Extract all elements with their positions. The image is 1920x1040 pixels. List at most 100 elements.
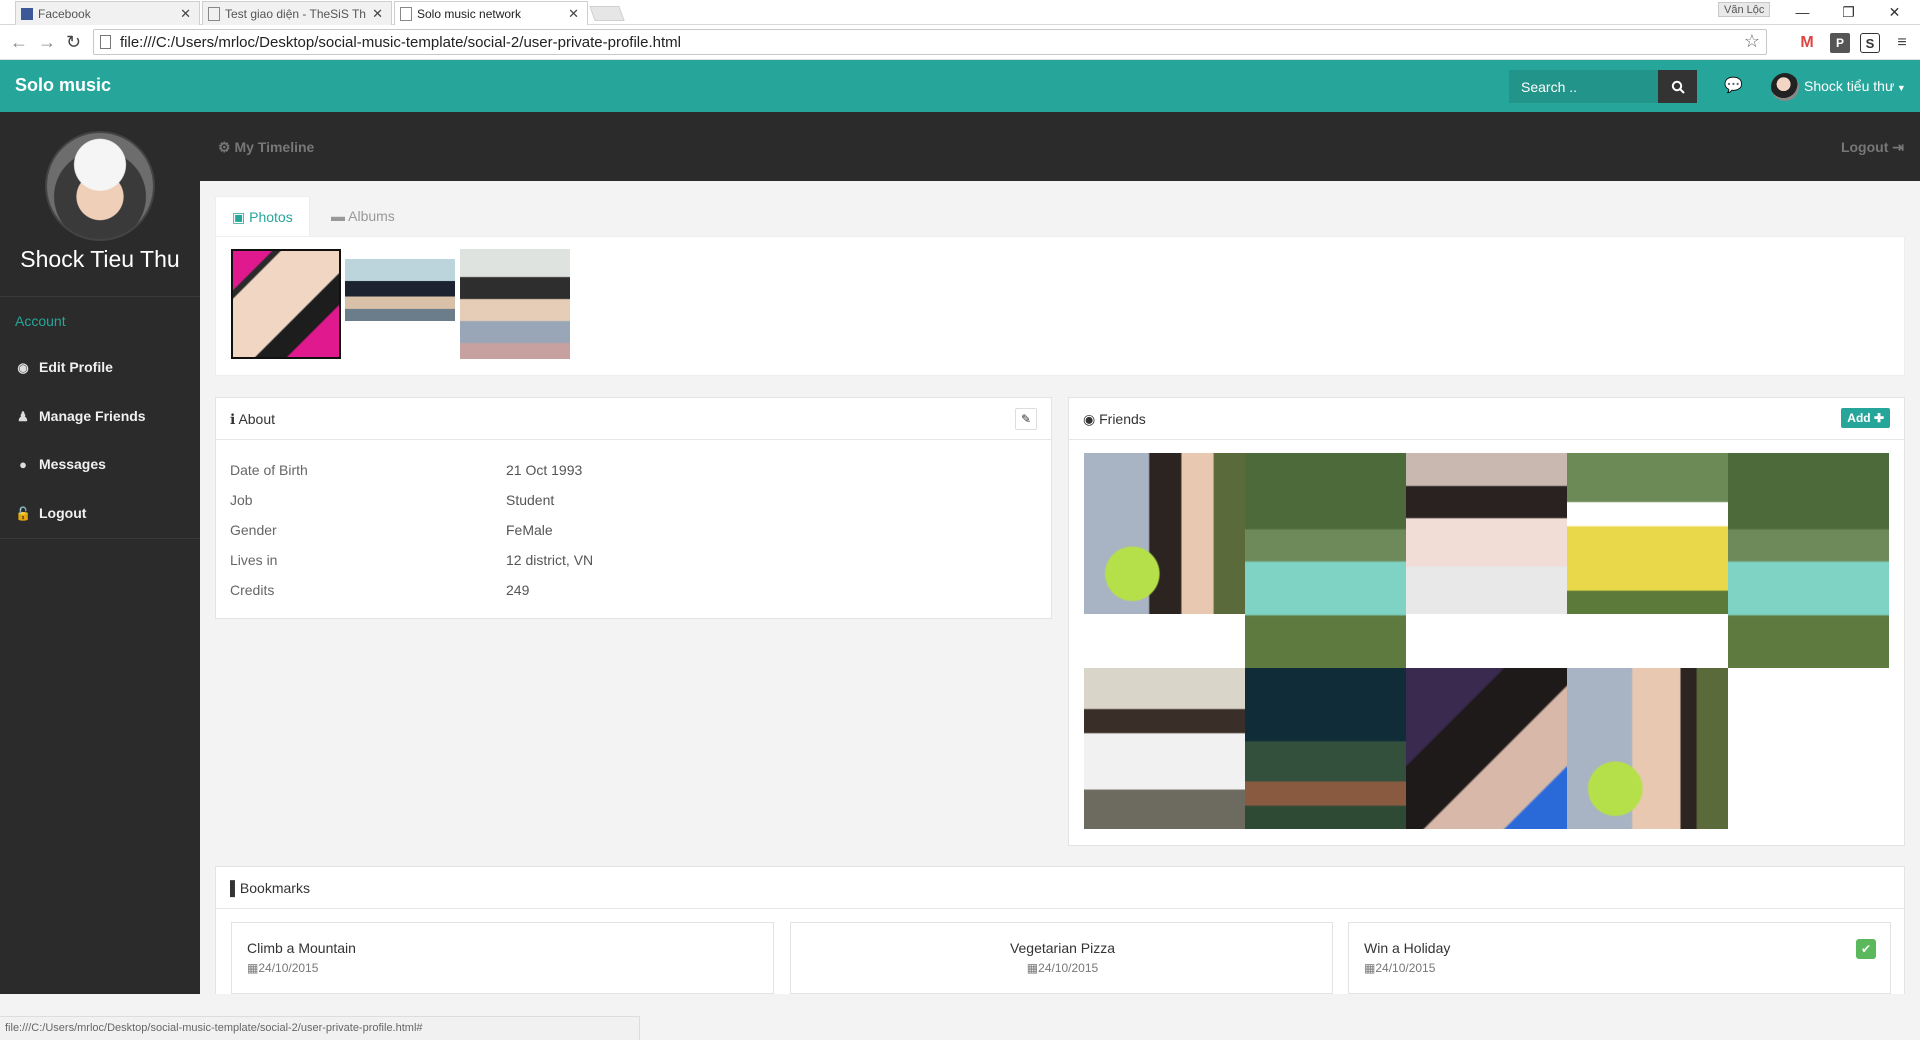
new-tab-button[interactable] [589,6,625,21]
browser-tab-solo[interactable]: Solo music network ✕ [394,1,588,25]
brand-logo[interactable]: Solo music [15,75,111,96]
bookmark-date: ▦24/10/2015 [1364,961,1435,975]
sidebar-item-messages[interactable]: ● Messages [15,456,106,472]
tab-albums[interactable]: ▬ Albums [315,196,411,236]
profile-avatar [45,131,155,241]
bookmark-title: Vegetarian Pizza [1009,940,1116,956]
bookmark-icon: ▌ [230,880,240,896]
about-label: Lives in [230,552,278,568]
menu-icon[interactable]: ≡ [1892,33,1912,53]
chat-icon[interactable]: 💬 [1724,76,1743,94]
forward-icon[interactable]: → [38,33,56,51]
about-title: About [238,411,276,427]
extension-s-icon[interactable]: S [1860,33,1880,53]
user-circle-icon: ◉ [1083,411,1100,427]
bookmark-card[interactable]: Vegetarian Pizza ▦24/10/2015 [790,922,1333,994]
about-label: Gender [230,522,277,538]
sidebar-item-label: Edit Profile [39,359,113,375]
search-input[interactable] [1509,70,1658,103]
sidebar-item-manage-friends[interactable]: ♟ Manage Friends [15,408,146,425]
sidebar-item-logout[interactable]: 🔓 Logout [15,505,86,522]
search-icon [1671,80,1685,94]
gmail-icon[interactable]: M [1797,33,1817,53]
about-header: ℹ About ✎ [216,398,1051,440]
page-icon [208,7,220,21]
about-value: Student [506,492,555,508]
photos-grid [215,236,1905,376]
calendar-icon: ▦ [1364,961,1376,975]
avatar[interactable] [1771,73,1799,101]
tab-photos[interactable]: ▣ Photos [215,196,310,237]
plus-icon: ✚ [1870,411,1884,425]
browser-tab-label: Test giao diện - TheSiS Th [225,7,366,21]
url-text: file:///C:/Users/mrloc/Desktop/social-mu… [120,34,681,51]
close-window-icon[interactable]: ✕ [1872,2,1917,22]
sidebar-item-label: Messages [39,456,106,472]
pencil-icon: ✎ [1020,412,1032,426]
friend-photo[interactable] [1406,668,1567,829]
close-tab-icon[interactable]: ✕ [568,2,579,25]
bookmark-date-value: 24/10/2015 [1038,961,1099,975]
browser-tab-label: Solo music network [417,7,522,21]
bookmark-card[interactable]: Win a Holiday ▦24/10/2015 ✔ [1348,922,1891,994]
add-friend-button[interactable]: Add ✚ [1841,408,1890,428]
browser-tab-test[interactable]: Test giao diện - TheSiS Th ✕ [202,1,392,25]
back-icon[interactable]: ← [10,33,28,51]
close-tab-icon[interactable]: ✕ [180,2,191,25]
browser-status-bar: file:///C:/Users/mrloc/Desktop/social-mu… [0,1016,640,1040]
minimize-icon[interactable]: — [1780,2,1825,22]
page-icon [400,7,412,21]
photo-thumb[interactable] [345,259,455,321]
browser-tabbar: Facebook ✕ Test giao diện - TheSiS Th ✕ … [0,0,1920,25]
reload-icon[interactable]: ↻ [66,33,81,51]
friend-photo[interactable] [1567,668,1728,829]
sign-out-icon: ⇥ [1888,139,1904,155]
user-name: Shock tiểu thư [1804,78,1895,94]
my-timeline-link[interactable]: ⚙ My Timeline [218,139,314,156]
logout-label: Logout [1840,139,1889,155]
user-circle-icon: ◉ [17,360,29,375]
tab-photos-label: Photos [249,209,293,225]
search-button[interactable] [1658,70,1697,103]
restore-icon[interactable]: ❐ [1826,2,1871,22]
photo-thumb[interactable] [231,249,341,359]
bookmark-date-value: 24/10/2015 [1375,961,1436,975]
user-menu[interactable]: Shock tiểu thư ▼ [1804,78,1906,94]
url-field[interactable]: file:///C:/Users/mrloc/Desktop/social-mu… [93,29,1767,55]
bookmark-card[interactable]: Climb a Mountain ▦24/10/2015 [231,922,774,994]
friend-photo[interactable] [1406,453,1567,614]
about-value: 249 [506,582,530,598]
divider [0,296,200,297]
bookmark-star-icon[interactable]: ☆ [1744,31,1760,52]
friend-photo[interactable] [1245,668,1406,829]
bookmark-date: ▦24/10/2015 [247,961,318,975]
friend-photo[interactable] [1084,668,1245,829]
sidebar: Shock Tieu Thu Account ◉ Edit Profile ♟ Ma… [0,112,200,994]
friends-header: ◉ Friends Add ✚ [1069,398,1904,440]
photo-thumb[interactable] [460,249,570,359]
logout-link[interactable]: Logout ⇥ [1841,139,1904,156]
about-value: 21 Oct 1993 [506,462,583,478]
edit-about-button[interactable]: ✎ [1015,408,1037,430]
extension-icon[interactable]: P [1830,33,1850,53]
sidebar-item-label: Manage Friends [39,408,146,424]
friend-photo[interactable] [1245,453,1406,668]
about-label: Job [230,492,253,508]
sidebar-item-edit-profile[interactable]: ◉ Edit Profile [15,359,113,376]
bookmark-date: ▦24/10/2015 [791,961,1334,975]
window-user-badge[interactable]: Văn Lộc [1718,2,1771,17]
close-tab-icon[interactable]: ✕ [372,2,383,25]
gear-icon: ⚙ [218,139,235,155]
check-icon[interactable]: ✔ [1856,939,1876,959]
bookmark-date-value: 24/10/2015 [258,961,319,975]
browser-tab-label: Facebook [38,7,91,21]
friend-photo[interactable] [1084,453,1245,614]
friend-photo[interactable] [1728,453,1889,668]
calendar-icon: ▦ [247,961,259,975]
friend-photo[interactable] [1567,453,1728,614]
browser-addressbar: ← → ↻ file:///C:/Users/mrloc/Desktop/soc… [0,25,1920,60]
bookmark-title: Climb a Mountain [247,940,356,956]
browser-tab-facebook[interactable]: Facebook ✕ [15,1,200,25]
about-value: FeMale [506,522,553,538]
caret-down-icon: ▼ [1894,83,1906,93]
